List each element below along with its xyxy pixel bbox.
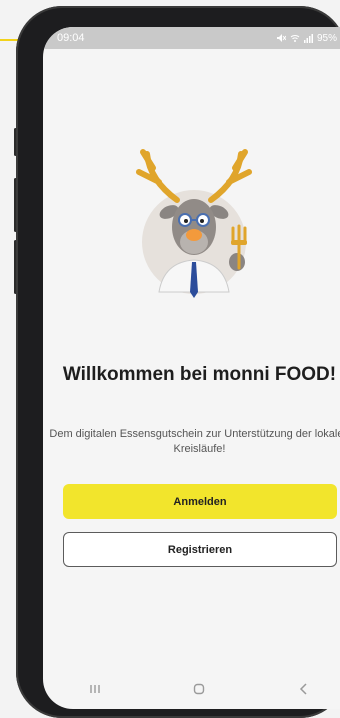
mascot-reindeer-illustration [136, 149, 252, 298]
app-screen: 09:04 95% Willkommen bei monni FOOD! Dem… [43, 27, 340, 709]
battery-percent: 95% [316, 32, 337, 44]
recent-apps-icon[interactable] [80, 679, 110, 699]
android-navigation-bar [43, 669, 340, 709]
login-button-label: Anmelden [173, 495, 227, 508]
wifi-icon [290, 35, 300, 42]
login-button[interactable]: Anmelden [63, 484, 337, 519]
home-icon[interactable] [184, 679, 214, 699]
register-button[interactable]: Registrieren [63, 532, 337, 567]
status-bar: 09:04 95% [43, 27, 340, 49]
status-icons: 95% [276, 33, 340, 44]
welcome-subtitle: Dem digitalen Essensgutschein zur Unters… [49, 428, 340, 455]
back-icon[interactable] [289, 679, 319, 699]
mute-icon [276, 34, 286, 42]
register-button-label: Registrieren [167, 543, 233, 556]
signal-icon [303, 33, 313, 43]
phone-frame: 09:04 95% Willkommen bei monni FOOD! Dem… [16, 6, 340, 718]
welcome-title: Willkommen bei monni FOOD! [62, 364, 337, 385]
status-time: 09:04 [57, 32, 85, 44]
